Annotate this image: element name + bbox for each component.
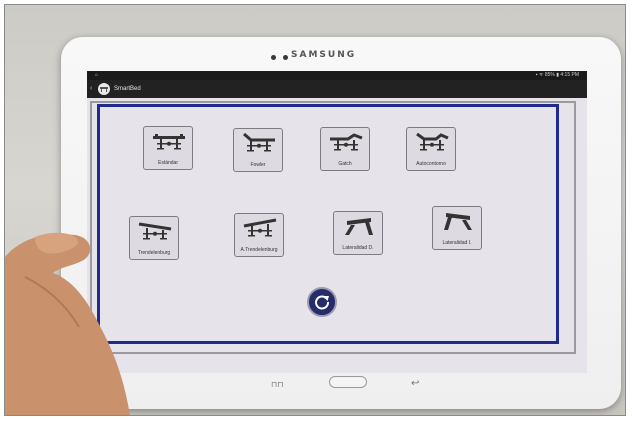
position-label: Autocontorno — [416, 161, 446, 167]
bed-trendelenburg-icon — [138, 222, 172, 240]
position-button-lateralidad-d[interactable]: Lateralidad D. — [333, 211, 383, 255]
device-brand: SAMSUNG — [291, 50, 357, 60]
position-button-gatch[interactable]: Gatch — [320, 127, 370, 171]
refresh-icon — [315, 295, 329, 310]
home-button[interactable] — [329, 376, 367, 388]
main-content: Estándar Fowler Gatch Autocontorno Trend… — [87, 98, 587, 373]
bed-fowler-icon — [243, 133, 275, 152]
status-indicators: ▪ ᯤ 85% ▮ 4:15 PM — [535, 72, 579, 78]
bed-gatch-icon — [330, 133, 363, 151]
position-label: Trendelenburg — [137, 250, 171, 256]
position-label: Lateralidad I. — [442, 240, 472, 246]
position-button-a-trendelenburg[interactable]: A.Trendelenburg — [234, 213, 284, 257]
position-button-estandar[interactable]: Estándar — [143, 126, 193, 170]
notification-icon: ⌂ — [95, 72, 99, 78]
position-label: Estándar — [157, 160, 178, 166]
position-button-fowler[interactable]: Fowler — [233, 128, 283, 172]
tablet-device: SAMSUNG ⌂ ▪ ᯤ 85% ▮ 4:15 PM ‹ SmartBed E… — [61, 37, 621, 409]
tablet-screen: ⌂ ▪ ᯤ 85% ▮ 4:15 PM ‹ SmartBed Estándar … — [87, 71, 587, 373]
position-label: Fowler — [250, 162, 266, 168]
bed-reverse-trendelenburg-icon — [243, 218, 277, 237]
camera-dot-icon — [283, 55, 288, 60]
position-label: Lateralidad D. — [342, 245, 374, 251]
app-logo-icon[interactable] — [98, 83, 110, 95]
photo-frame: SAMSUNG ⌂ ▪ ᯤ 85% ▮ 4:15 PM ‹ SmartBed E… — [4, 4, 626, 416]
status-bar: ⌂ ▪ ᯤ 85% ▮ 4:15 PM — [87, 71, 587, 80]
sensor-dot-icon — [271, 55, 276, 60]
bed-autocontour-icon — [416, 132, 449, 151]
position-button-trendelenburg[interactable]: Trendelenburg — [129, 216, 179, 260]
reset-button[interactable] — [307, 287, 337, 317]
bed-flat-icon — [153, 134, 185, 150]
bed-tilt-left-icon — [444, 213, 472, 230]
position-label: A.Trendelenburg — [240, 247, 278, 253]
position-label: Gatch — [338, 161, 352, 167]
position-button-autocontorno[interactable]: Autocontorno — [406, 127, 456, 171]
action-bar: ‹ SmartBed — [87, 80, 587, 98]
back-icon[interactable]: ‹ — [90, 80, 92, 98]
nav-back-icon[interactable]: ↩ — [411, 378, 419, 389]
bed-tilt-right-icon — [345, 218, 373, 235]
app-title: SmartBed — [114, 86, 141, 92]
recent-apps-icon[interactable]: ⊓⊓ — [271, 380, 283, 389]
hand-image — [5, 232, 130, 415]
position-button-lateralidad-i[interactable]: Lateralidad I. — [432, 206, 482, 250]
